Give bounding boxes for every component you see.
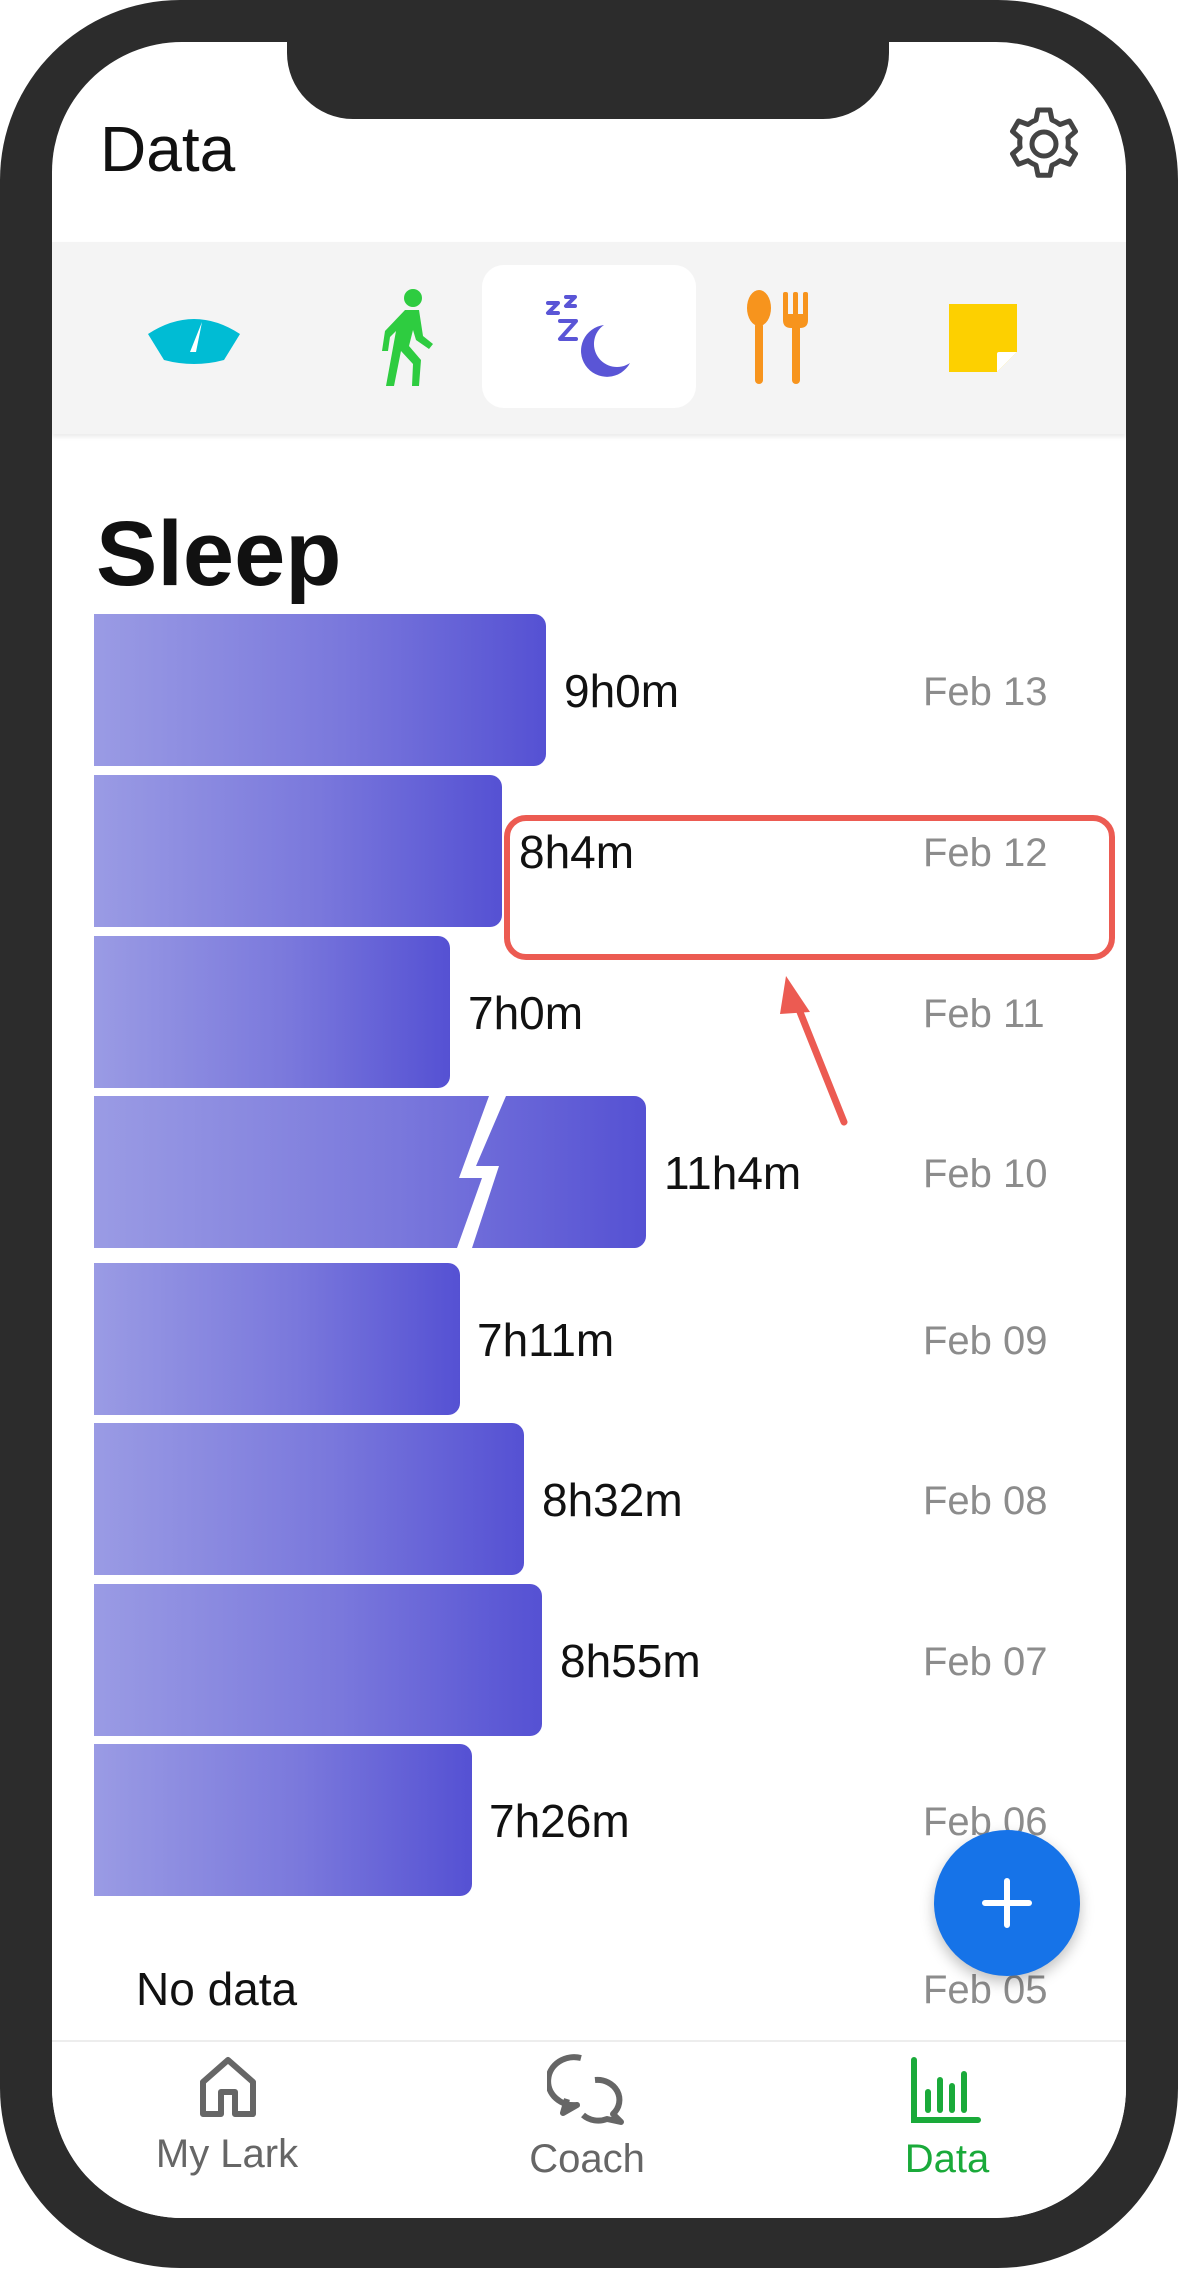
phone-notch <box>287 42 889 119</box>
home-icon <box>200 2057 256 2117</box>
nav-coach[interactable]: Coach <box>437 2042 737 2218</box>
sleep-bar <box>94 1263 460 1415</box>
sleep-date: Feb 07 <box>923 1640 1048 1684</box>
pointer-arrow <box>780 976 848 1126</box>
nav-label: Data <box>904 2137 990 2181</box>
phone-frame: Data Sleep 9h0m Feb 13 8h4m Feb 12 7h0m … <box>0 0 1178 2268</box>
plus-icon <box>982 1878 1032 1928</box>
bottom-nav: My Lark Coach Data <box>52 2040 1126 2218</box>
sleep-row[interactable]: 7h11m Feb 09 <box>94 1263 1126 1415</box>
sleep-duration: 8h32m <box>542 1474 683 1526</box>
sleep-duration: 8h55m <box>560 1635 701 1687</box>
no-data-label: No data <box>136 1963 298 2015</box>
sleep-date: Feb 08 <box>923 1479 1048 1523</box>
nav-label: Coach <box>529 2137 645 2181</box>
bar-chart-icon <box>911 2057 981 2123</box>
nav-data[interactable]: Data <box>797 2042 1097 2218</box>
sleep-duration: 7h26m <box>489 1795 630 1847</box>
sleep-duration: 7h11m <box>477 1314 615 1366</box>
sleep-date: Feb 09 <box>923 1319 1048 1363</box>
chat-bubbles-icon <box>547 2054 624 2125</box>
sleep-bar <box>94 1584 542 1736</box>
add-button[interactable] <box>934 1830 1080 1976</box>
sleep-date: Feb 05 <box>923 1968 1048 2012</box>
sleep-bar <box>94 1744 472 1896</box>
sleep-row[interactable]: 8h32m Feb 08 <box>94 1423 1126 1575</box>
nav-label: My Lark <box>155 2132 299 2176</box>
sleep-row[interactable]: 8h55m Feb 07 <box>94 1584 1126 1736</box>
sleep-bar <box>94 1423 524 1575</box>
app-screen: Data Sleep 9h0m Feb 13 8h4m Feb 12 7h0m … <box>52 42 1126 2218</box>
nav-my-lark[interactable]: My Lark <box>77 2042 377 2218</box>
